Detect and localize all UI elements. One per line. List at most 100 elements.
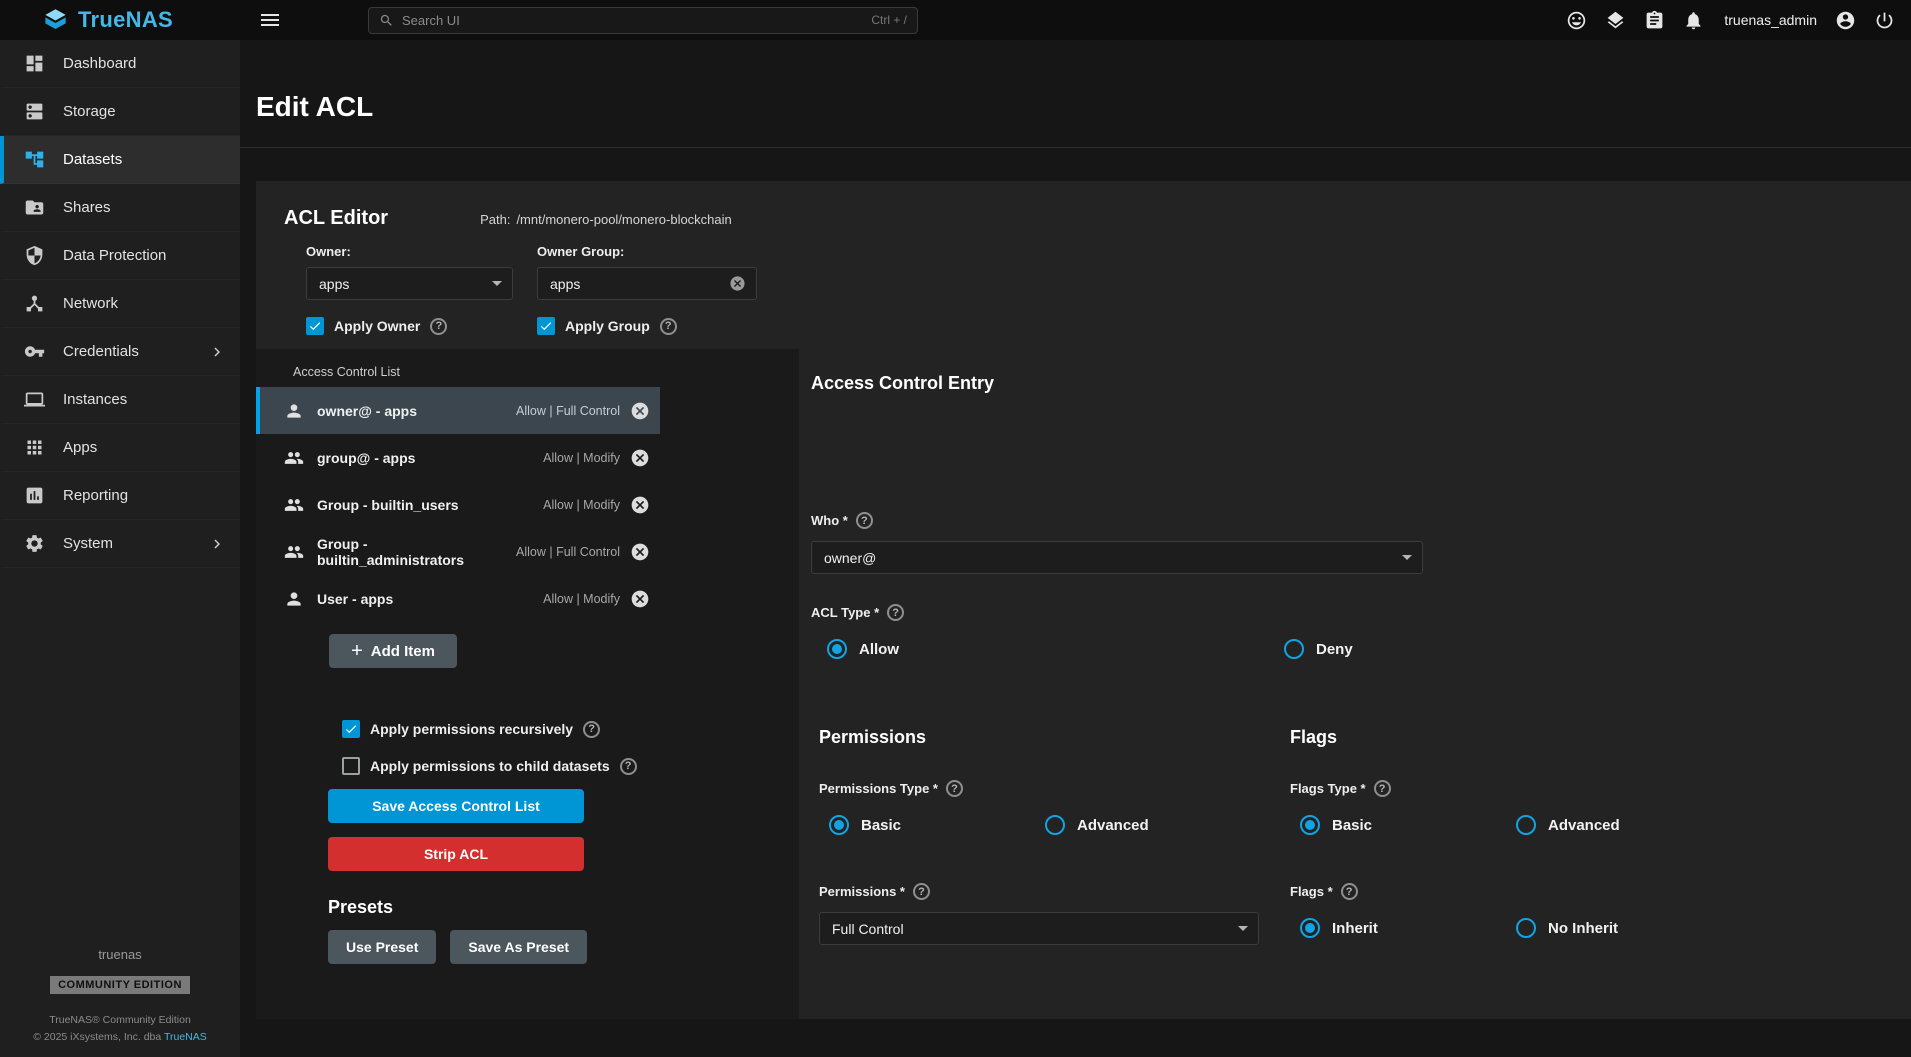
delete-entry-icon[interactable] [630,401,650,421]
radio-flags-advanced[interactable]: Advanced [1516,815,1732,835]
acl-entry-name: Group - builtin_administrators [317,536,516,568]
radio-allow[interactable]: Allow [827,639,1284,659]
user-avatar-icon[interactable] [1835,10,1856,31]
sidebar-item-system[interactable]: System [0,520,240,568]
help-icon[interactable]: ? [660,318,677,335]
radio-permissions-advanced[interactable]: Advanced [1045,815,1261,835]
help-icon[interactable]: ? [620,758,637,775]
alerts-bell-icon[interactable] [1683,10,1704,31]
help-icon[interactable]: ? [856,512,873,529]
dropdown-caret-icon [492,281,502,286]
apply-group-checkbox[interactable] [537,317,555,335]
radio-inherit[interactable]: Inherit [1300,918,1516,938]
permissions-type-label: Permissions Type * ? [819,780,1290,797]
group-icon [284,448,304,468]
radio-permissions-basic[interactable]: Basic [829,815,1045,835]
sidebar-item-data-protection[interactable]: Data Protection [0,232,240,280]
add-item-label: Add Item [371,643,435,660]
delete-entry-icon[interactable] [630,589,650,609]
help-icon[interactable]: ? [430,318,447,335]
permissions-select[interactable]: Full Control [819,912,1259,945]
acl-entry-row[interactable]: Group - builtin_administrators Allow | F… [256,528,660,575]
help-icon[interactable]: ? [583,721,600,738]
jobs-layers-icon[interactable] [1605,10,1626,31]
help-icon[interactable]: ? [1341,883,1358,900]
topbar: TrueNAS Ctrl + / truenas_admin [0,0,1911,40]
recursive-checkbox[interactable] [342,720,360,738]
use-preset-label: Use Preset [346,939,418,955]
copyright-line: © 2025 iXsystems, Inc. dba TrueNAS [0,1029,240,1045]
acl-entry-row[interactable]: Group - builtin_users Allow | Modify [256,481,660,528]
add-item-button[interactable]: + Add Item [329,634,457,668]
acl-entry-row[interactable]: group@ - apps Allow | Modify [256,434,660,481]
user-icon [284,401,304,421]
acl-type-label-text: ACL Type * [811,605,879,620]
search-box[interactable]: Ctrl + / [368,7,918,34]
flags-label-text: Flags * [1290,884,1333,899]
recursive-checkbox-row[interactable]: Apply permissions recursively ? [342,720,799,738]
owner-group-select[interactable]: apps [537,267,757,300]
sidebar-item-label: Datasets [63,151,122,168]
tasks-clipboard-icon[interactable] [1644,10,1665,31]
owner-select[interactable]: apps [306,267,513,300]
sidebar-item-reporting[interactable]: Reporting [0,472,240,520]
help-icon[interactable]: ? [946,780,963,797]
radio-deny[interactable]: Deny [1284,639,1353,659]
power-icon[interactable] [1874,10,1895,31]
sidebar-item-shares[interactable]: Shares [0,184,240,232]
apply-owner-checkbox-row[interactable]: Apply Owner ? [306,317,513,335]
acl-entry-row[interactable]: User - apps Allow | Modify [256,575,660,622]
owner-group-field-group: Owner Group: apps Apply Group ? [537,244,757,335]
delete-entry-icon[interactable] [630,448,650,468]
feedback-smiley-icon[interactable] [1566,10,1587,31]
search-input[interactable] [402,13,863,28]
apply-owner-checkbox[interactable] [306,317,324,335]
sidebar-item-dashboard[interactable]: Dashboard [0,40,240,88]
child-datasets-checkbox-row[interactable]: Apply permissions to child datasets ? [342,757,799,775]
path-value: /mnt/monero-pool/monero-blockchain [516,212,731,227]
radio-no-inherit[interactable]: No Inherit [1516,918,1732,938]
sidebar-item-network[interactable]: Network [0,280,240,328]
save-as-preset-button[interactable]: Save As Preset [450,930,587,964]
sidebar-item-datasets[interactable]: Datasets [0,136,240,184]
permissions-label-text: Permissions * [819,884,905,899]
page-title: Edit ACL [256,91,1911,123]
help-icon[interactable]: ? [1374,780,1391,797]
help-icon[interactable]: ? [887,604,904,621]
permissions-select-value: Full Control [832,921,904,937]
help-icon[interactable]: ? [913,883,930,900]
sidebar-item-storage[interactable]: Storage [0,88,240,136]
save-acl-button[interactable]: Save Access Control List [328,789,584,823]
logged-in-username[interactable]: truenas_admin [1724,12,1817,28]
menu-toggle-button[interactable] [258,8,282,32]
hostname: truenas [0,947,240,962]
child-datasets-checkbox[interactable] [342,757,360,775]
who-select[interactable]: owner@ [811,541,1423,574]
edition-badge[interactable]: COMMUNITY EDITION [50,976,190,994]
save-acl-label: Save Access Control List [372,798,540,814]
delete-entry-icon[interactable] [630,495,650,515]
radio-unselected-icon [1045,815,1065,835]
delete-entry-icon[interactable] [630,542,650,562]
shares-folder-icon [24,197,45,218]
acl-entry-row[interactable]: owner@ - apps Allow | Full Control [256,387,660,434]
sidebar-item-label: System [63,535,113,552]
truenas-link[interactable]: TrueNAS [164,1031,207,1043]
sidebar-item-credentials[interactable]: Credentials [0,328,240,376]
acl-entry-permission: Allow | Full Control [516,545,620,559]
clear-input-icon[interactable] [729,275,746,292]
sidebar-item-apps[interactable]: Apps [0,424,240,472]
apply-group-checkbox-row[interactable]: Apply Group ? [537,317,757,335]
radio-unselected-icon [1516,815,1536,835]
flags-type-label: Flags Type * ? [1290,780,1761,797]
sidebar-item-instances[interactable]: Instances [0,376,240,424]
use-preset-button[interactable]: Use Preset [328,930,436,964]
truenas-logo[interactable]: TrueNAS [0,7,240,34]
sidebar-item-label: Instances [63,391,127,408]
dropdown-caret-icon [1402,555,1412,560]
radio-unselected-icon [1516,918,1536,938]
acl-entry-name: Group - builtin_users [317,497,543,513]
strip-acl-button[interactable]: Strip ACL [328,837,584,871]
radio-flags-basic[interactable]: Basic [1300,815,1516,835]
radio-no-inherit-label: No Inherit [1548,920,1618,937]
